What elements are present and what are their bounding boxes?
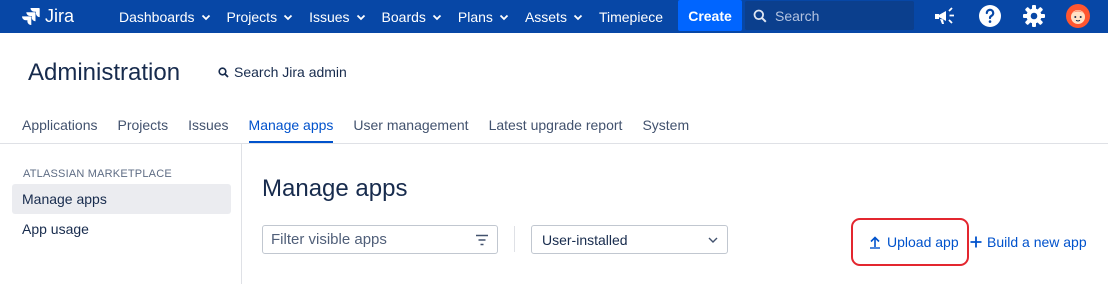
search-icon <box>753 9 767 23</box>
help-icon <box>979 5 1001 27</box>
section-title: Manage apps <box>262 175 408 202</box>
sidebar: ATLASSIAN MARKETPLACE Manage apps App us… <box>0 144 242 284</box>
nav-label: Boards <box>381 8 426 25</box>
settings-button[interactable] <box>1021 4 1047 28</box>
tab-issues[interactable]: Issues <box>188 117 228 144</box>
logo-text: Jira <box>45 5 75 26</box>
tab-system[interactable]: System <box>642 117 689 144</box>
nav-label: Timepiece <box>598 8 664 25</box>
admin-tabs: Applications Projects Issues Manage apps… <box>22 117 709 144</box>
jira-logo-icon <box>22 8 40 25</box>
nav-label: Assets <box>524 8 567 25</box>
nav-plans[interactable]: Plans <box>450 0 517 33</box>
chevron-down-icon <box>201 14 210 20</box>
nav-dashboards[interactable]: Dashboards <box>111 0 219 33</box>
filter-icon <box>476 234 488 246</box>
sidebar-heading: ATLASSIAN MARKETPLACE <box>23 168 172 180</box>
chevron-down-icon <box>708 237 718 243</box>
avatar <box>1066 4 1090 28</box>
top-navigation-bar: Jira Dashboards Projects Issues Boards P… <box>0 0 1108 33</box>
chevron-down-icon <box>283 14 293 20</box>
nav-label: Projects <box>226 8 278 25</box>
profile-button[interactable] <box>1065 4 1091 28</box>
nav-timepiece[interactable]: Timepiece <box>591 0 671 33</box>
upload-app-link[interactable]: Upload app <box>851 218 969 266</box>
app-type-select[interactable]: User-installed <box>531 225 728 254</box>
nav-label: Dashboards <box>119 8 195 25</box>
tab-applications[interactable]: Applications <box>22 117 98 144</box>
chevron-down-icon <box>499 14 509 20</box>
gear-icon <box>1023 5 1045 27</box>
search-icon <box>218 66 229 78</box>
build-new-app-label: Build a new app <box>987 234 1087 250</box>
search-admin-link[interactable]: Search Jira admin <box>218 64 347 80</box>
tab-manage-apps[interactable]: Manage apps <box>248 117 333 144</box>
nav-boards[interactable]: Boards <box>374 0 450 33</box>
sidebar-item-app-usage[interactable]: App usage <box>12 214 231 244</box>
filter-input[interactable] <box>271 231 461 248</box>
megaphone-icon <box>935 7 954 24</box>
nav-label: Issues <box>309 8 350 25</box>
divider <box>514 226 515 252</box>
nav-projects[interactable]: Projects <box>219 0 302 33</box>
search-admin-label: Search Jira admin <box>234 64 347 80</box>
select-value: User-installed <box>542 231 628 248</box>
tab-user-management[interactable]: User management <box>353 117 468 144</box>
notifications-button[interactable] <box>933 4 959 28</box>
upload-icon <box>870 235 880 249</box>
nav-assets[interactable]: Assets <box>517 0 591 33</box>
create-button[interactable]: Create <box>678 0 742 31</box>
nav-issues[interactable]: Issues <box>301 0 373 33</box>
sidebar-item-manage-apps[interactable]: Manage apps <box>12 184 231 214</box>
chevron-down-icon <box>573 14 583 20</box>
nav-label: Plans <box>457 8 493 25</box>
help-button[interactable] <box>977 4 1003 28</box>
tab-projects[interactable]: Projects <box>118 117 169 144</box>
upload-app-label: Upload app <box>887 234 959 250</box>
main-nav: Dashboards Projects Issues Boards Plans … <box>111 0 671 33</box>
chevron-down-icon <box>356 14 365 20</box>
chevron-down-icon <box>432 14 442 20</box>
plus-icon <box>970 236 982 248</box>
search-input[interactable] <box>775 7 905 24</box>
page-title: Administration <box>28 59 181 86</box>
search-box[interactable] <box>745 1 914 30</box>
build-new-app-link[interactable]: Build a new app <box>970 234 1087 250</box>
filter-field[interactable] <box>262 225 498 254</box>
tab-latest-upgrade-report[interactable]: Latest upgrade report <box>489 117 623 144</box>
jira-logo[interactable]: Jira <box>22 5 74 27</box>
